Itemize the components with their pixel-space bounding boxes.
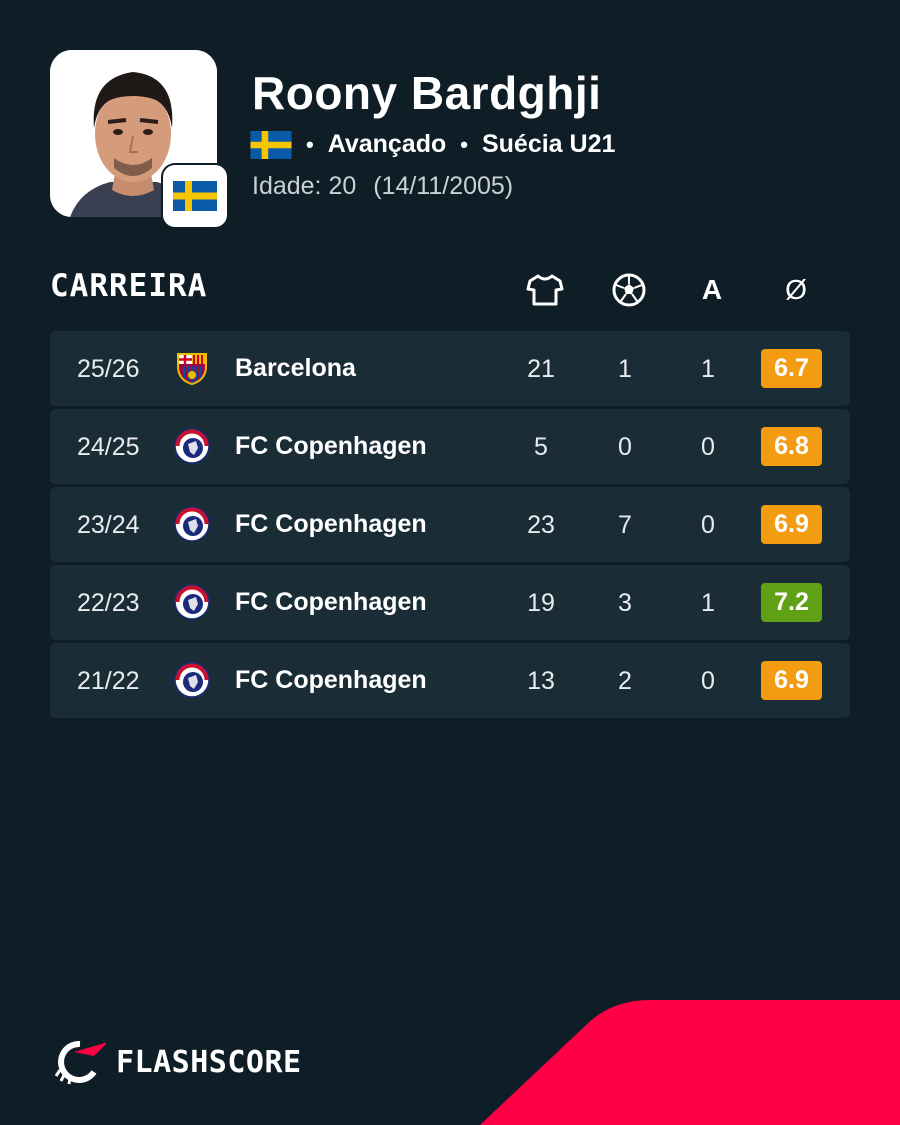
club-name: FC Copenhagen [235,510,427,538]
rating-badge: 6.8 [761,427,822,466]
column-rating: Ø [785,274,807,305]
season: 24/25 [77,433,140,461]
copenhagen-crest-icon [174,584,210,620]
flashscore-mark-icon [54,1040,106,1085]
column-goals [607,268,651,312]
season: 25/26 [77,355,140,383]
player-meta: • Avançado • Suécia U21 [250,130,615,159]
sweden-flag-icon [173,181,217,211]
nationality-badge [163,165,227,227]
appearances: 5 [534,433,548,461]
assists: 0 [701,667,715,695]
club-name: FC Copenhagen [235,666,427,694]
rating-badge: 7.2 [761,583,822,622]
shirt-icon [526,274,564,306]
appearances: 23 [527,511,555,539]
appearances: 19 [527,589,555,617]
goals: 7 [618,511,632,539]
column-assists: A [701,274,723,305]
assists: 0 [701,433,715,461]
flashscore-logo: FLASHSCORE [50,1038,302,1086]
career-table: 25/26 Barcelona 21 1 1 6.7 24/25 FC Cope… [50,331,850,721]
brand-accent-shape [480,1000,900,1125]
player-team: Suécia U21 [481,130,616,158]
copenhagen-crest-icon [174,662,210,698]
age-label: Idade: 20 [252,172,357,200]
brand-name: FLASHSCORE [116,1044,302,1080]
sweden-flag-icon [250,130,292,159]
goals: 0 [618,433,632,461]
column-appearances [523,268,567,312]
birth-date: (14/11/2005) [373,172,514,200]
season: 23/24 [77,511,140,539]
copenhagen-crest-icon [174,428,210,464]
career-row: 25/26 Barcelona 21 1 1 6.7 [50,331,850,406]
club-name: Barcelona [235,354,356,382]
career-title: CARREIRA [50,268,208,304]
assists: 1 [701,589,715,617]
club-name: FC Copenhagen [235,432,427,460]
player-position: Avançado [327,130,447,158]
career-row: 23/24 FC Copenhagen 23 7 0 6.9 [50,487,850,562]
career-row: 24/25 FC Copenhagen 5 0 0 6.8 [50,409,850,484]
season: 22/23 [77,589,140,617]
rating-badge: 6.7 [761,349,822,388]
club-name: FC Copenhagen [235,588,427,616]
player-name: Roony Bardghji [252,67,602,119]
assists: 0 [701,511,715,539]
assists: 1 [701,355,715,383]
appearances: 13 [527,667,555,695]
season: 21/22 [77,667,140,695]
barcelona-crest-icon [177,353,207,386]
career-row: 22/23 FC Copenhagen 19 3 1 7.2 [50,565,850,640]
appearances: 21 [527,355,555,383]
goals: 1 [618,355,632,383]
rating-badge: 6.9 [761,505,822,544]
separator-dot: • [460,131,468,157]
rating-badge: 6.9 [761,661,822,700]
goals: 2 [618,667,632,695]
goals: 3 [618,589,632,617]
football-icon [612,273,646,307]
separator-dot: • [306,131,314,157]
copenhagen-crest-icon [174,506,210,542]
career-row: 21/22 FC Copenhagen 13 2 0 6.9 [50,643,850,718]
player-age: Idade: 20 (14/11/2005) [252,172,513,201]
